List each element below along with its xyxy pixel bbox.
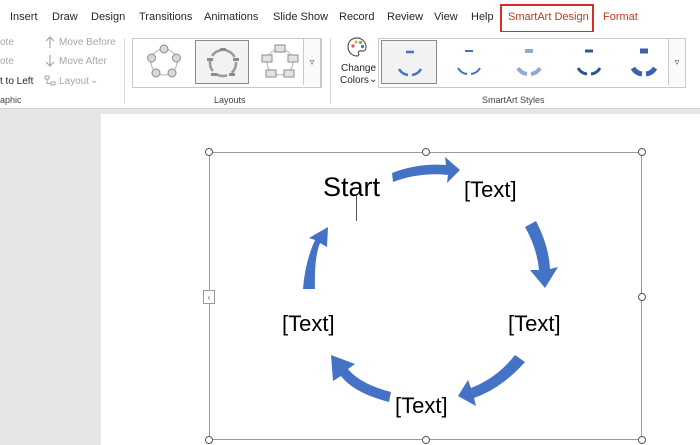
- cycle-diagram: [303, 157, 558, 406]
- cycle-arrow-4: [331, 355, 391, 402]
- cycle-arrow-1: [392, 157, 460, 183]
- node-text-right[interactable]: [Text]: [508, 311, 561, 337]
- node-text-left[interactable]: [Text]: [282, 311, 335, 337]
- node-text-start[interactable]: Start: [323, 172, 380, 203]
- cycle-arrow-5: [303, 227, 328, 289]
- cycle-arrow-2: [525, 221, 558, 288]
- node-text-top-right[interactable]: [Text]: [464, 177, 517, 203]
- node-text-bottom[interactable]: [Text]: [395, 393, 448, 419]
- text-cursor: [356, 196, 357, 221]
- cycle-arrow-3: [458, 355, 525, 406]
